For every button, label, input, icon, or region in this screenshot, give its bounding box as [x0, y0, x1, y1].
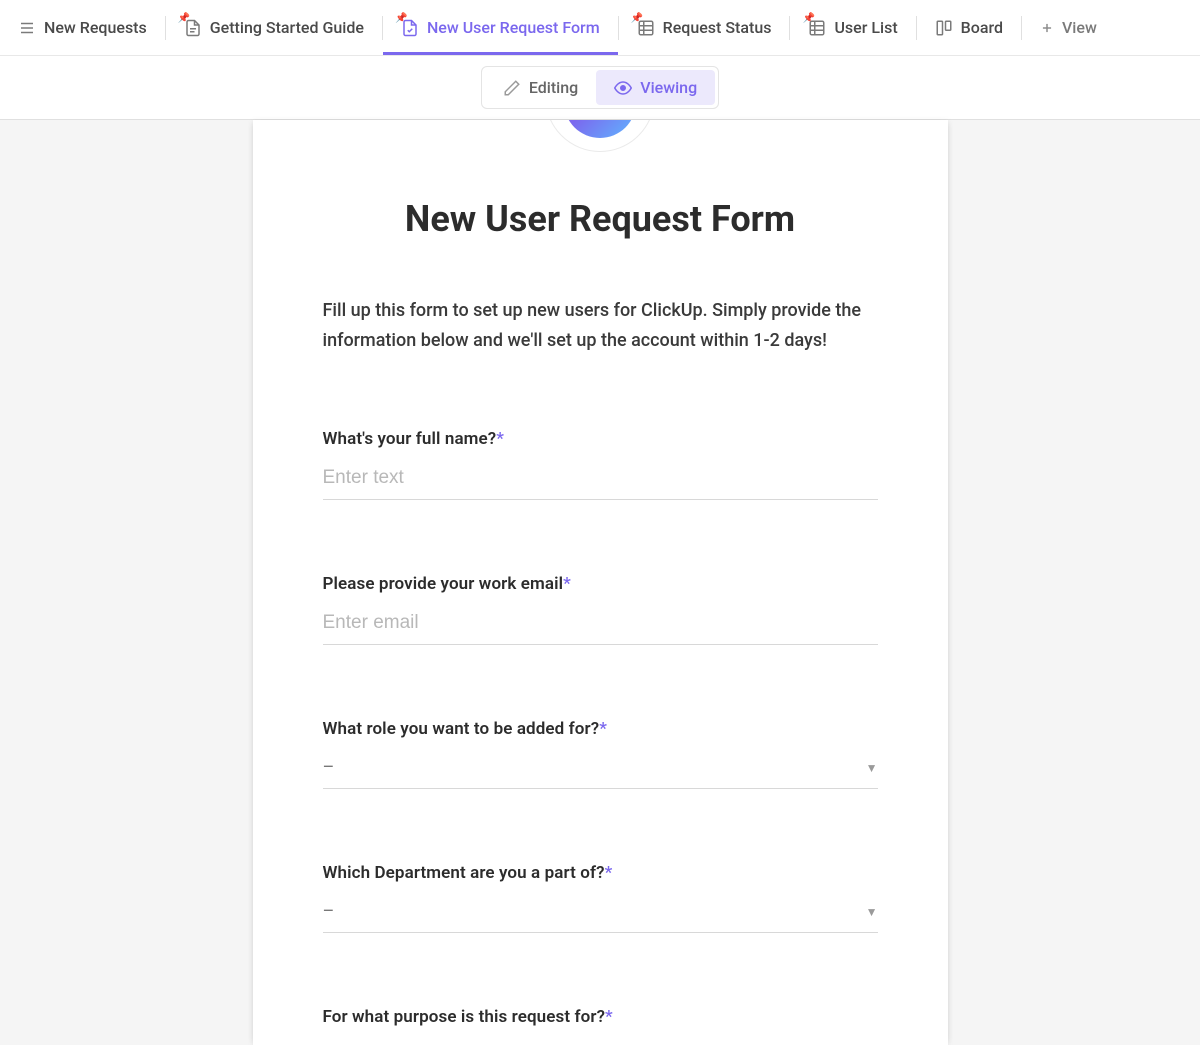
department-select[interactable]: – ▼: [323, 901, 878, 933]
eye-icon: [614, 79, 632, 97]
required-mark: *: [496, 429, 504, 449]
form-title: New User Request Form: [293, 198, 908, 240]
tab-label: Board: [961, 18, 1003, 37]
tab-board[interactable]: Board: [917, 0, 1021, 55]
field-label: Which Department are you a part of?*: [323, 863, 878, 883]
required-mark: *: [605, 1007, 613, 1027]
plus-icon: [1040, 21, 1054, 35]
chevron-down-icon: ▼: [866, 761, 878, 775]
field-email: Please provide your work email*: [323, 574, 878, 645]
tab-label: New Requests: [44, 18, 147, 37]
tab-label: Getting Started Guide: [210, 18, 364, 37]
tab-request-status[interactable]: 📌 Request Status: [619, 0, 790, 55]
form-avatar-wrap: [253, 120, 948, 152]
pin-icon: 📌: [395, 13, 407, 24]
field-purpose: For what purpose is this request for?*: [323, 1007, 878, 1027]
role-select[interactable]: – ▼: [323, 757, 878, 789]
tab-label: User List: [834, 18, 897, 37]
tab-user-list[interactable]: 📌 User List: [790, 0, 915, 55]
board-icon: [935, 19, 953, 37]
field-label: What role you want to be added for?*: [323, 719, 878, 739]
select-value: –: [323, 757, 335, 778]
tab-new-requests[interactable]: New Requests: [0, 0, 165, 55]
full-name-input[interactable]: [323, 467, 878, 489]
chevron-down-icon: ▼: [866, 905, 878, 919]
field-label: Please provide your work email*: [323, 574, 878, 594]
pin-icon: 📌: [631, 13, 643, 24]
mode-toggle-row: Editing Viewing: [0, 56, 1200, 120]
tab-getting-started[interactable]: 📌 Getting Started Guide: [166, 0, 382, 55]
pin-icon: 📌: [802, 13, 814, 24]
form-card: New User Request Form Fill up this form …: [253, 120, 948, 1045]
tab-label: New User Request Form: [427, 18, 600, 37]
editing-label: Editing: [529, 78, 578, 97]
form-canvas: New User Request Form Fill up this form …: [0, 120, 1200, 1045]
add-view-button[interactable]: View: [1022, 0, 1115, 55]
field-label: For what purpose is this request for?*: [323, 1007, 878, 1027]
pencil-icon: [503, 79, 521, 97]
required-mark: *: [563, 574, 571, 594]
form-description: Fill up this form to set up new users fo…: [323, 296, 878, 355]
pin-icon: 📌: [178, 13, 190, 24]
email-input[interactable]: [323, 612, 878, 634]
viewing-toggle[interactable]: Viewing: [596, 70, 715, 105]
edit-view-toggle: Editing Viewing: [481, 66, 719, 109]
view-tabs: New Requests 📌 Getting Started Guide 📌 N…: [0, 0, 1200, 56]
tab-label: Request Status: [663, 18, 772, 37]
field-role: What role you want to be added for?* – ▼: [323, 719, 878, 789]
required-mark: *: [605, 863, 613, 883]
required-mark: *: [599, 719, 607, 739]
field-label: What's your full name?*: [323, 429, 878, 449]
viewing-label: Viewing: [640, 78, 697, 97]
field-full-name: What's your full name?*: [323, 429, 878, 500]
add-view-label: View: [1062, 18, 1097, 37]
list-icon: [18, 19, 36, 37]
select-value: –: [323, 901, 335, 922]
editing-toggle[interactable]: Editing: [485, 70, 596, 105]
field-department: Which Department are you a part of?* – ▼: [323, 863, 878, 933]
tab-new-user-request[interactable]: 📌 New User Request Form: [383, 0, 618, 55]
